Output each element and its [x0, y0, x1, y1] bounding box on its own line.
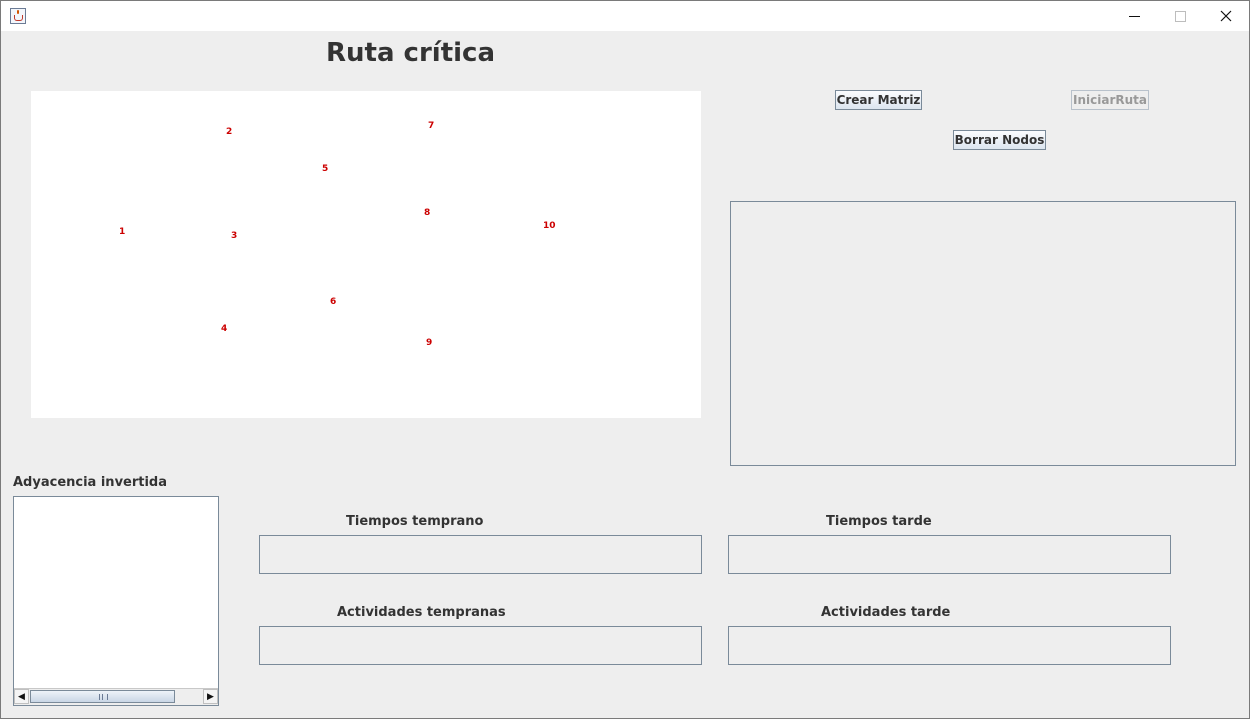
graph-node[interactable]: 7 [428, 121, 434, 131]
scroll-right-icon[interactable]: ▶ [203, 689, 218, 704]
close-button[interactable] [1203, 1, 1249, 31]
graph-node[interactable]: 6 [330, 297, 336, 307]
minimize-icon [1128, 15, 1140, 17]
minimize-button[interactable] [1111, 1, 1157, 31]
graph-node[interactable]: 3 [231, 231, 237, 241]
graph-node[interactable]: 10 [543, 221, 556, 231]
actividades-tarde-label: Actividades tarde [821, 605, 951, 620]
maximize-icon [1174, 10, 1186, 22]
graph-node[interactable]: 8 [424, 208, 430, 218]
tiempos-tarde-field[interactable] [728, 535, 1171, 574]
graph-node[interactable]: 4 [221, 324, 227, 334]
iniciar-ruta-button[interactable]: IniciarRuta [1071, 90, 1149, 110]
tiempos-temprano-label: Tiempos temprano [346, 514, 484, 529]
scroll-left-icon[interactable]: ◀ [14, 689, 29, 704]
scroll-thumb[interactable] [30, 690, 175, 703]
graph-node[interactable]: 1 [119, 227, 125, 237]
graph-node[interactable]: 9 [426, 338, 432, 348]
adyacencia-label: Adyacencia invertida [13, 475, 168, 490]
crear-matriz-button[interactable]: Crear Matriz [835, 90, 922, 110]
graph-node[interactable]: 2 [226, 127, 232, 137]
actividades-tempranas-field[interactable] [259, 626, 702, 665]
title-bar [1, 1, 1249, 31]
maximize-button[interactable] [1157, 1, 1203, 31]
actividades-tarde-field[interactable] [728, 626, 1171, 665]
horizontal-scrollbar[interactable]: ◀ ▶ [14, 688, 218, 705]
close-icon [1220, 10, 1232, 22]
actividades-tempranas-label: Actividades tempranas [337, 605, 506, 620]
java-app-icon [10, 8, 26, 24]
adyacencia-list[interactable]: ◀ ▶ [13, 496, 219, 706]
graph-canvas[interactable]: 1 2 3 4 5 6 7 8 9 10 [31, 91, 701, 418]
tiempos-temprano-field[interactable] [259, 535, 702, 574]
graph-node[interactable]: 5 [322, 164, 328, 174]
output-text-area[interactable] [730, 201, 1236, 466]
borrar-nodos-button[interactable]: Borrar Nodos [953, 130, 1046, 150]
tiempos-tarde-label: Tiempos tarde [826, 514, 932, 529]
page-title: Ruta crítica [326, 38, 495, 68]
